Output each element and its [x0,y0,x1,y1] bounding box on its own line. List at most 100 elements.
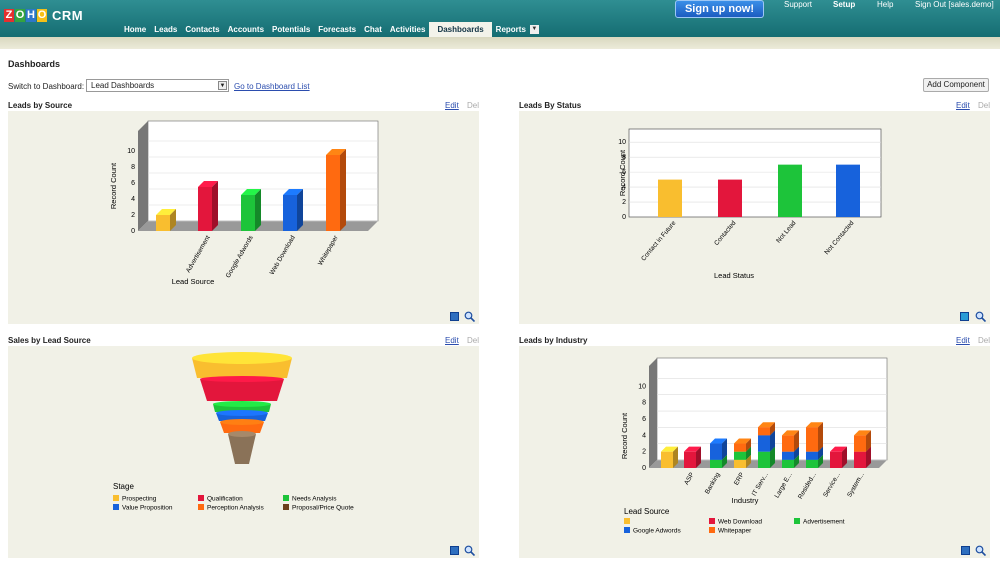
legend-label: Prospecting [122,496,157,503]
zoom-icon[interactable] [975,545,986,556]
tab-forecasts[interactable]: Forecasts [314,22,360,37]
zoom-icon[interactable] [464,545,475,556]
chevron-down-icon[interactable]: ▼ [218,81,227,90]
x-tick-label: Contacted [713,219,738,246]
edit-link[interactable]: Edit [956,336,970,345]
y-tick-label: 8 [131,164,135,171]
dashboard-select[interactable]: Lead Dashboards ▼ [86,79,229,92]
tab-accounts[interactable]: Accounts [224,22,268,37]
funnel-stage-top [228,431,256,437]
bar [241,195,255,231]
chart-type-icon[interactable] [960,312,969,321]
edit-link[interactable]: Edit [445,336,459,345]
leads-by-status-chart: 0246810Contact in Future Contacted Not Lea… [618,128,882,280]
chart-type-icon[interactable] [450,312,459,321]
legend-swatch [113,495,119,501]
chart-panel-leads-by-industry: 0 2 4 6 8 10 ASP Banking ERP IT Serv... Large E...… [519,346,990,558]
funnel-stage-top [200,376,284,382]
stack-segment [734,451,746,460]
funnel-stage [228,434,256,464]
dashboard-select-value: Lead Dashboards [91,81,155,90]
y-tick-label: 10 [127,148,135,155]
stack-segment [782,435,794,452]
tab-chat[interactable]: Chat [360,22,386,37]
chart-panel-leads-by-status: 0 2 4 6 8 10 Contact in Future Contacted Not Lea… [519,111,990,324]
bar [836,164,860,217]
legend-label: Whitepaper [718,528,752,535]
stack-segment [806,427,818,452]
legend-title: Lead Source [624,507,670,516]
bar-side [255,189,261,231]
legend-swatch [624,527,630,533]
x-tick-label: Banking [704,471,722,495]
setup-link[interactable]: Setup [833,0,855,9]
tab-home[interactable]: Home [120,22,150,37]
delete-link: Del [467,336,480,345]
legend-swatch [709,518,715,524]
stack-segment [684,451,696,468]
zoho-crm-logo[interactable]: ZOHO CRM [4,7,83,23]
chart-panel-sales-by-lead-source: Stage Prospecting Qualification Needs Analy… [8,346,479,558]
funnel-stage-top [213,401,271,407]
legend-label: Needs Analysis [292,496,337,503]
stack-segment [758,451,770,468]
stack-segment [734,443,746,452]
y-tick-label: 0 [131,228,135,235]
stack-segment [806,451,818,460]
panel-title-leads-by-industry: Leads by Industry [519,336,588,345]
x-axis-title: Lead Source [172,277,215,286]
bar [156,215,170,231]
chart-panel-leads-by-source: 0 2 4 6 8 10 Advertisement Google Adwords Web Do… [8,111,479,324]
support-link[interactable]: Support [784,0,812,9]
tab-contacts[interactable]: Contacts [181,22,223,37]
edit-link[interactable]: Edit [956,101,970,110]
tab-leads[interactable]: Leads [150,22,181,37]
switch-dashboard-label: Switch to Dashboard: [8,82,85,91]
funnel-stage-top [216,410,268,416]
y-tick-label: 2 [622,199,626,206]
bar-side [297,189,303,231]
y-tick-label: 10 [638,383,646,390]
funnel-stage [200,379,284,401]
bar-side [212,181,218,231]
stack-segment [661,451,673,468]
legend-label: Advertisement [803,519,845,526]
go-to-dashboard-list-link[interactable]: Go to Dashboard List [234,82,310,91]
y-tick-label: 4 [131,196,135,203]
stack-segment [806,459,818,468]
add-component-button[interactable]: Add Component [923,78,989,92]
delete-link: Del [978,101,991,110]
y-tick-label: 10 [618,139,626,146]
sign-up-button[interactable]: Sign up now! [675,0,764,18]
tab-activities[interactable]: Activities [386,22,430,37]
legend-swatch [113,504,119,510]
x-tick-label: Whitepaper [317,234,340,267]
tab-reports[interactable]: Reports ▼ [492,22,543,37]
bar [198,187,212,231]
chart-type-icon[interactable] [961,546,970,555]
y-axis-title: Record Count [109,162,118,209]
left-wall [138,121,148,231]
chevron-down-icon[interactable]: ▼ [529,25,539,35]
chart-type-icon[interactable] [450,546,459,555]
stack-segment [782,459,794,468]
bar [283,195,297,231]
legend-label: Proposal/Price Quote [292,505,354,512]
sign-out-link[interactable]: Sign Out [sales.demo] [915,0,994,9]
bar [778,164,802,217]
legend-label: Perception Analysis [207,505,264,512]
zoom-icon[interactable] [464,311,475,322]
y-tick-label: 0 [622,214,626,221]
logo-letter: O [37,8,47,22]
top-bar: ZOHO CRM Sign up now! Support Setup Help… [0,0,1000,37]
left-wall [649,358,657,468]
y-tick-label: 8 [642,400,646,407]
edit-link[interactable]: Edit [445,101,459,110]
tab-potentials[interactable]: Potentials [268,22,314,37]
funnel-stage-top [192,352,292,364]
help-link[interactable]: Help [877,0,893,9]
tab-dashboards[interactable]: Dashboards [429,22,492,37]
bar-side [340,149,346,231]
sales-funnel-chart: Stage Prospecting Qualification Needs Analy… [113,352,354,512]
zoom-icon[interactable] [975,311,986,322]
